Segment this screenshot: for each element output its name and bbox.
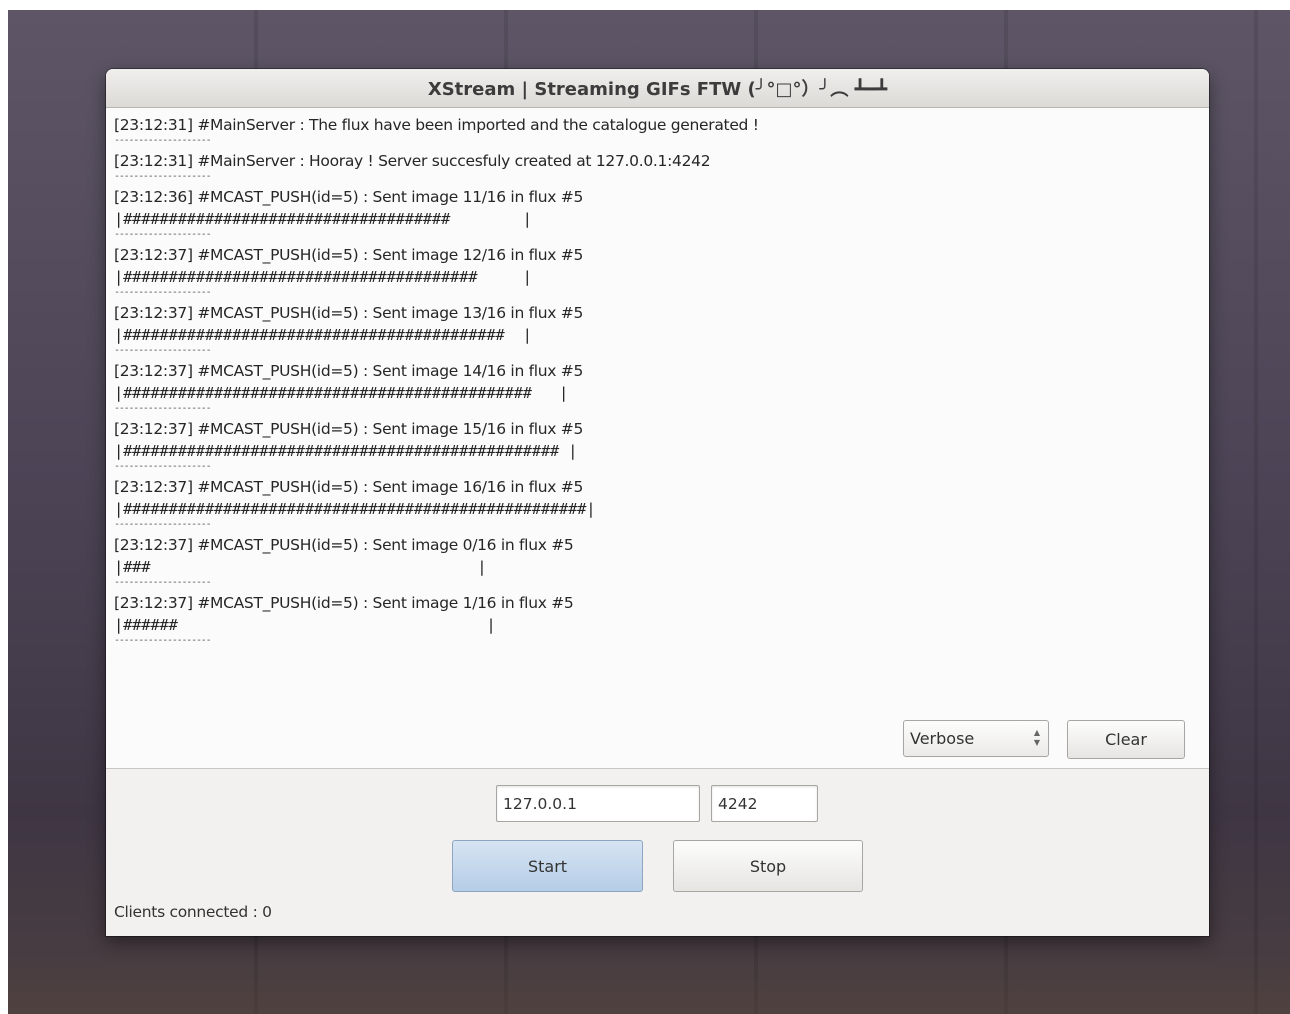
log-separator: -------------------- [114,287,212,298]
log-progress-bar: |### | [114,558,487,576]
log-entry: [23:12:37] #MCAST_PUSH(id=5) : Sent imag… [114,418,1201,472]
log-entry: [23:12:37] #MCAST_PUSH(id=5) : Sent imag… [114,476,1201,530]
clients-connected-status: Clients connected : 0 [114,903,272,921]
select-arrows-icon: ▲ ▼ [1033,728,1040,747]
port-input[interactable]: 4242 [711,785,818,822]
log-progress-bar: |#######################################… [114,384,569,402]
log-output[interactable]: [23:12:31] #MainServer : The flux have b… [106,108,1209,768]
log-message: [23:12:37] #MCAST_PUSH(id=5) : Sent imag… [114,304,584,322]
log-entry: [23:12:31] #MainServer : Hooray ! Server… [114,150,1201,182]
log-entry: [23:12:37] #MCAST_PUSH(id=5) : Sent imag… [114,302,1201,356]
log-progress-bar: |#################################### | [114,210,532,228]
log-message: [23:12:37] #MCAST_PUSH(id=5) : Sent imag… [114,246,584,264]
log-separator: -------------------- [114,345,212,356]
log-progress-bar: |###### | [114,616,496,634]
log-message: [23:12:37] #MCAST_PUSH(id=5) : Sent imag… [114,594,574,612]
log-message: [23:12:37] #MCAST_PUSH(id=5) : Sent imag… [114,420,584,438]
log-separator: -------------------- [114,403,212,414]
log-entry: [23:12:36] #MCAST_PUSH(id=5) : Sent imag… [114,186,1201,240]
clear-button[interactable]: Clear [1067,720,1185,759]
log-progress-bar: |#######################################… [114,442,578,460]
log-message: [23:12:31] #MainServer : Hooray ! Server… [114,152,711,170]
log-progress-bar: |#######################################… [114,326,532,344]
log-entry: [23:12:37] #MCAST_PUSH(id=5) : Sent imag… [114,592,1201,646]
stop-button[interactable]: Stop [673,840,863,892]
log-level-select[interactable]: Verbose ▲ ▼ [903,720,1049,757]
log-separator: -------------------- [114,461,212,472]
window-title: XStream | Streaming GIFs FTW (╯°□°）╯︵ ┻━… [427,79,888,100]
log-separator: -------------------- [114,229,212,240]
log-progress-bar: |#######################################… [114,500,596,518]
title-bar[interactable]: XStream | Streaming GIFs FTW (╯°□°）╯︵ ┻━… [106,69,1209,108]
log-progress-bar: |#######################################… [114,268,532,286]
log-message: [23:12:37] #MCAST_PUSH(id=5) : Sent imag… [114,362,584,380]
log-message: [23:12:37] #MCAST_PUSH(id=5) : Sent imag… [114,536,574,554]
divider [106,768,1209,769]
log-message: [23:12:36] #MCAST_PUSH(id=5) : Sent imag… [114,188,584,206]
log-separator: -------------------- [114,519,212,530]
app-window: XStream | Streaming GIFs FTW (╯°□°）╯︵ ┻━… [106,69,1209,936]
log-entry: [23:12:37] #MCAST_PUSH(id=5) : Sent imag… [114,360,1201,414]
log-level-value: Verbose [910,729,975,748]
log-message: [23:12:31] #MainServer : The flux have b… [114,116,759,134]
log-entry: [23:12:37] #MCAST_PUSH(id=5) : Sent imag… [114,534,1201,588]
log-separator: -------------------- [114,135,212,146]
log-separator: -------------------- [114,635,212,646]
log-entry: [23:12:31] #MainServer : The flux have b… [114,114,1201,146]
log-entry: [23:12:37] #MCAST_PUSH(id=5) : Sent imag… [114,244,1201,298]
start-button[interactable]: Start [452,840,643,892]
host-input[interactable]: 127.0.0.1 [496,785,700,822]
log-message: [23:12:37] #MCAST_PUSH(id=5) : Sent imag… [114,478,584,496]
log-separator: -------------------- [114,171,212,182]
log-separator: -------------------- [114,577,212,588]
